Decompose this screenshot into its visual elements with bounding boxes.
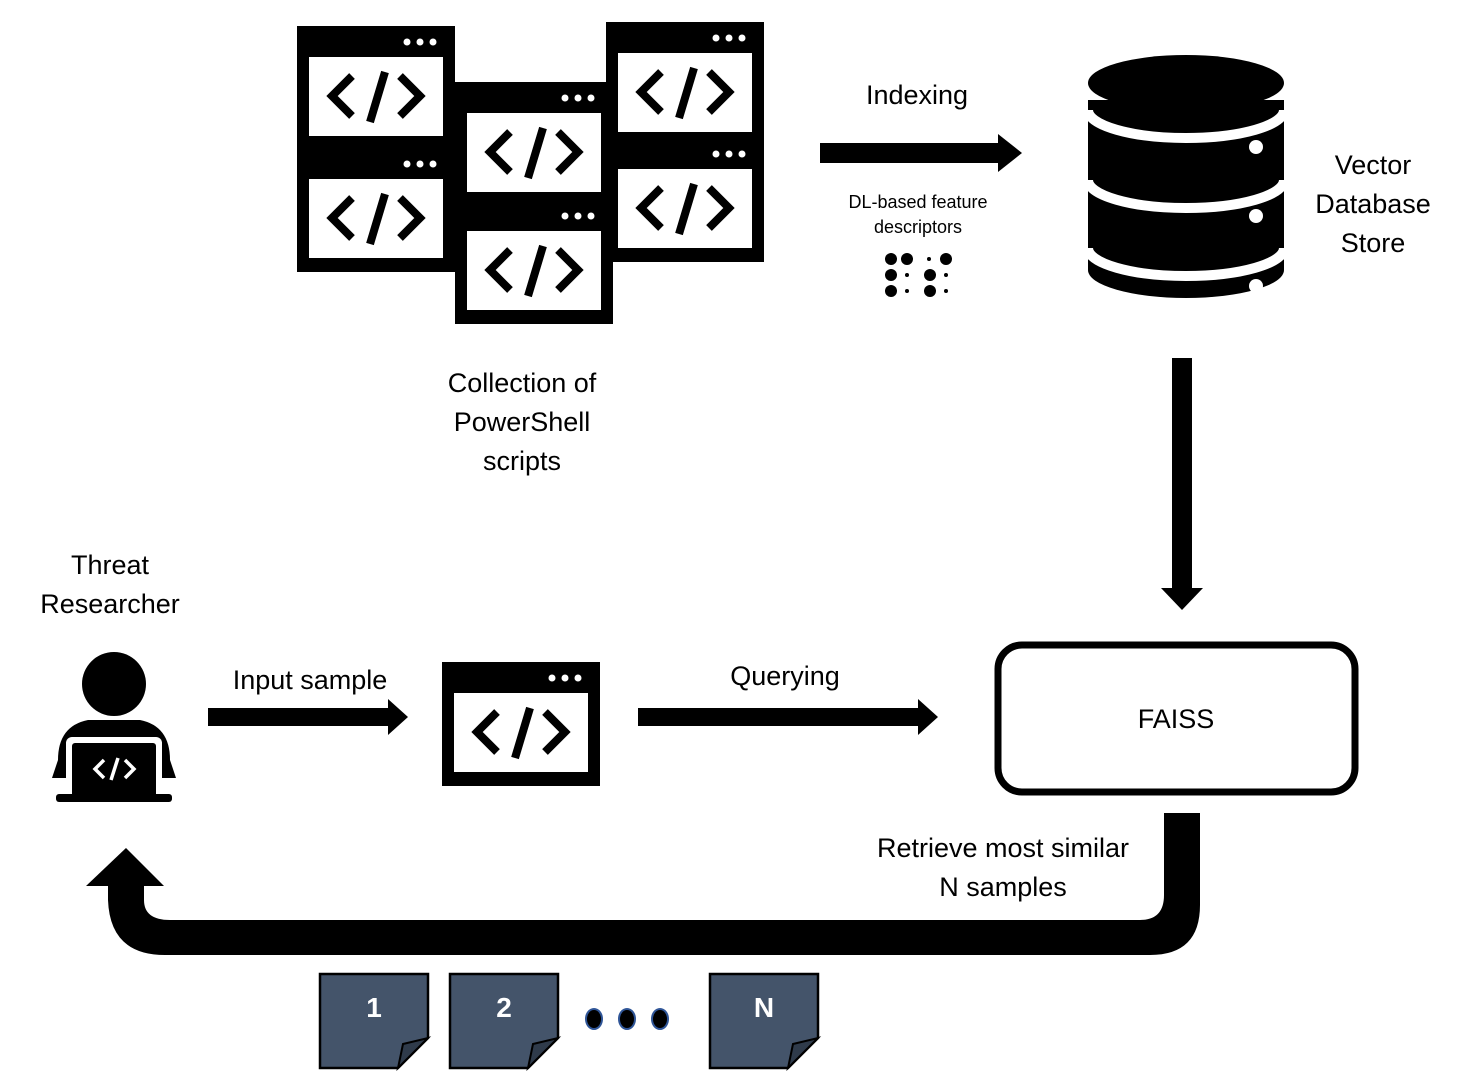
indexing-arrow: [820, 134, 1022, 172]
collection-line: PowerShell: [453, 407, 591, 437]
result-doc-1-label: 1: [366, 992, 382, 1023]
input-sample-arrow: [208, 699, 408, 735]
database-label: Vector Database Store: [1300, 146, 1446, 263]
code-window-icon: [455, 200, 613, 324]
researcher-label: Threat Researcher: [20, 546, 200, 624]
descriptor-label: DL-based feature descriptors: [818, 190, 1018, 240]
database-line: Vector: [1334, 150, 1412, 180]
descriptor-line: descriptors: [873, 217, 963, 237]
database-line: Database: [1315, 189, 1431, 219]
querying-arrow: [638, 699, 938, 735]
collection-label: Collection of PowerShell scripts: [412, 364, 632, 481]
code-window-icon: [297, 26, 455, 150]
retrieve-label: Retrieve most similar N samples: [858, 829, 1148, 907]
collection-line: Collection of: [447, 368, 597, 398]
code-window-icon: [606, 22, 764, 146]
researcher-laptop-icon: [52, 652, 176, 802]
code-window-icon: [455, 82, 613, 206]
code-window-icon: [442, 662, 600, 786]
script-collection: [297, 22, 764, 324]
researcher-line: Researcher: [40, 589, 180, 619]
querying-label: Querying: [730, 661, 840, 691]
database-icon: [1083, 55, 1289, 298]
retrieve-line: N samples: [939, 872, 1067, 902]
ellipsis-icon: [585, 1008, 669, 1030]
code-window-icon: [606, 138, 764, 262]
result-doc-n-label: N: [753, 992, 775, 1023]
retrieve-line: Retrieve most similar: [876, 833, 1130, 863]
braille-dots-icon: [885, 253, 952, 297]
result-doc-2-label: 2: [496, 992, 512, 1023]
faiss-label: FAISS: [1137, 704, 1215, 734]
code-window-icon: [297, 148, 455, 272]
db-to-faiss-arrow: [1161, 358, 1203, 610]
researcher-line: Threat: [70, 550, 150, 580]
indexing-label: Indexing: [865, 80, 969, 110]
diagram-canvas: [52, 0, 1359, 1072]
collection-line: scripts: [482, 446, 561, 476]
descriptor-line: DL-based feature: [848, 192, 988, 212]
input-sample-label: Input sample: [232, 665, 388, 695]
database-line: Store: [1340, 228, 1406, 258]
